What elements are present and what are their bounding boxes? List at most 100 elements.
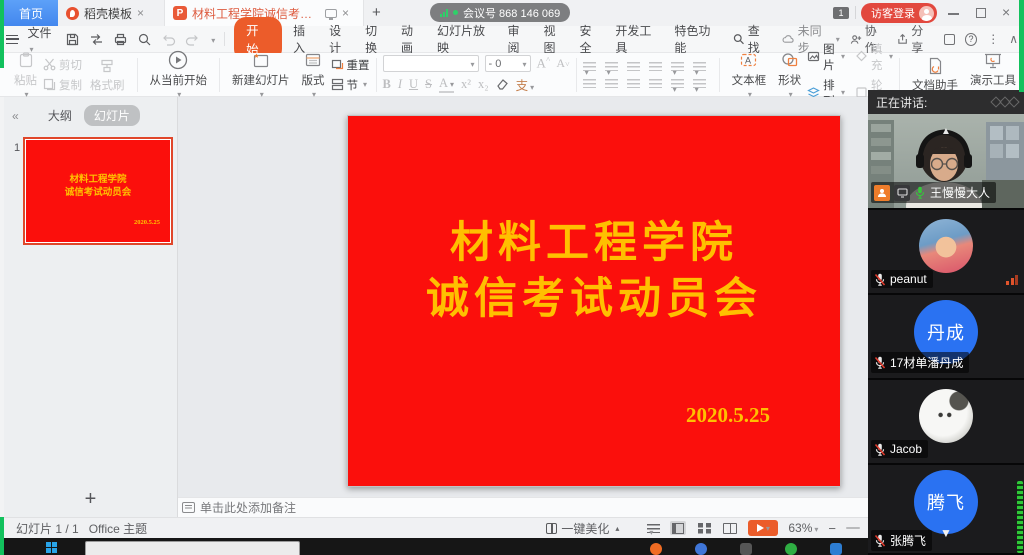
save-icon[interactable]: [65, 32, 80, 47]
align-left-icon[interactable]: [583, 79, 596, 88]
share-button[interactable]: 分享: [897, 22, 933, 56]
slide-canvas[interactable]: 材料工程学院 诚信考试动员会 2020.5.25: [178, 97, 868, 497]
taskbar-app-icon[interactable]: [650, 543, 662, 555]
increase-font-icon[interactable]: A˄: [537, 55, 551, 71]
output-icon[interactable]: [89, 32, 104, 47]
add-slide-button[interactable]: +: [4, 488, 177, 511]
play-from-current-button[interactable]: 从当前开始: [144, 51, 214, 99]
decrease-indent-icon[interactable]: [627, 62, 640, 71]
bullet-list-icon[interactable]: [583, 62, 596, 71]
textbox-button[interactable]: A 文本框: [726, 51, 773, 99]
justify-icon[interactable]: [649, 79, 662, 88]
collapse-sidebar-button[interactable]: «: [12, 109, 19, 123]
mic-muted-icon: [874, 534, 886, 547]
minimize-button[interactable]: [948, 13, 959, 15]
tab-home[interactable]: 首页: [4, 0, 58, 26]
superscript-button[interactable]: x²: [461, 77, 471, 92]
collapse-ribbon-icon[interactable]: ∧: [1009, 32, 1018, 46]
copy-button[interactable]: 复制: [43, 77, 82, 93]
taskbar-search-input[interactable]: [85, 541, 300, 555]
normal-view-button[interactable]: [670, 521, 686, 535]
paste-button[interactable]: 粘贴: [8, 51, 43, 99]
slide-thumbnail[interactable]: 材料工程学院 诚信考试动员会 2020.5.25: [26, 140, 170, 242]
zoom-slider[interactable]: [846, 527, 860, 529]
zoom-level[interactable]: 63%: [788, 521, 818, 535]
slide[interactable]: 材料工程学院 诚信考试动员会 2020.5.25: [347, 115, 841, 487]
participant-tile[interactable]: 丹成 17材单潘丹成: [868, 295, 1024, 380]
bold-button[interactable]: B: [383, 77, 391, 92]
font-color-button[interactable]: A: [439, 76, 454, 93]
participant-tile[interactable]: Jacob: [868, 380, 1024, 465]
subscript-button[interactable]: x₂: [478, 77, 489, 92]
share-doc-icon[interactable]: [325, 9, 337, 18]
tab-template[interactable]: 稻壳模板 ×: [58, 0, 164, 26]
windows-start-icon[interactable]: [46, 542, 57, 553]
beautify-label: 一键美化: [561, 520, 609, 537]
text-direction-icon[interactable]: [671, 62, 684, 71]
more-options-icon[interactable]: ⋮: [987, 32, 999, 46]
zoom-out-button[interactable]: −: [828, 521, 836, 536]
help-icon[interactable]: ?: [965, 33, 977, 46]
align-center-icon[interactable]: [605, 79, 618, 88]
tab-outline[interactable]: 大纲: [48, 107, 72, 124]
slide-title[interactable]: 材料工程学院 诚信考试动员会: [348, 216, 840, 328]
scroll-up-icon[interactable]: ▲: [868, 126, 1024, 137]
avatar-initials: 丹成: [927, 319, 965, 345]
strikethrough-button[interactable]: S: [425, 77, 432, 92]
section-button[interactable]: 节: [331, 77, 370, 93]
slideshow-play-button[interactable]: [748, 520, 778, 536]
underline-button[interactable]: U: [409, 77, 418, 92]
decrease-font-icon[interactable]: A˅: [556, 56, 569, 71]
beautify-button[interactable]: 一键美化: [546, 520, 619, 537]
theme-name[interactable]: Office 主题: [89, 520, 147, 537]
print-preview-icon[interactable]: [137, 32, 152, 47]
taskbar-app-icon[interactable]: [695, 543, 707, 555]
close-tab-icon[interactable]: ×: [137, 7, 144, 19]
reading-view-button[interactable]: [722, 521, 738, 535]
taskbar-app-icon[interactable]: [785, 543, 797, 555]
fill-button[interactable]: 填充: [855, 41, 893, 73]
maximize-button[interactable]: [976, 8, 986, 18]
italic-button[interactable]: I: [398, 77, 402, 92]
increase-indent-icon[interactable]: [649, 62, 662, 71]
participant-tile[interactable]: 腾飞 ▼ 张腾飞: [868, 465, 1024, 555]
slide-date[interactable]: 2020.5.25: [686, 403, 770, 428]
guest-login-label: 访客登录: [871, 5, 915, 21]
font-name-combo[interactable]: [383, 55, 479, 72]
new-slide-button[interactable]: 新建幻灯片: [226, 51, 296, 99]
task-pane-icon[interactable]: [944, 34, 955, 45]
taskbar-app-icon[interactable]: [740, 543, 752, 555]
redo-icon[interactable]: [185, 32, 200, 47]
print-icon[interactable]: [113, 32, 128, 47]
shapes-button[interactable]: 形状: [772, 51, 807, 99]
tab-slides[interactable]: 幻灯片: [84, 105, 140, 126]
quick-access-dropdown-icon[interactable]: [209, 32, 215, 46]
doc-assistant-button[interactable]: 文档助手: [906, 56, 964, 93]
numbered-list-icon[interactable]: [605, 62, 618, 71]
cut-button[interactable]: 剪切: [43, 57, 82, 73]
picture-label: 图片: [823, 41, 836, 73]
display-options-icon[interactable]: [647, 524, 660, 533]
notification-badge[interactable]: 1: [833, 7, 849, 19]
clear-format-icon[interactable]: [496, 78, 509, 91]
font-size-combo[interactable]: - 0: [485, 55, 531, 72]
undo-icon[interactable]: [161, 32, 176, 47]
line-spacing-icon[interactable]: [671, 79, 684, 88]
participant-tile[interactable]: ▲ 王慢慢大人: [868, 114, 1024, 210]
phonetic-guide-button[interactable]: 支: [516, 75, 535, 94]
align-right-icon[interactable]: [627, 79, 640, 88]
distribute-icon[interactable]: [693, 79, 706, 88]
menu-icon[interactable]: [6, 35, 18, 44]
close-button[interactable]: ×: [1002, 4, 1010, 20]
reset-button[interactable]: 重置: [331, 57, 370, 73]
format-painter-button[interactable]: 格式刷: [82, 56, 131, 93]
layout-button[interactable]: 版式: [296, 51, 331, 99]
taskbar-app-icon[interactable]: [830, 543, 842, 555]
columns-icon[interactable]: [693, 62, 706, 71]
guest-login-button[interactable]: 访客登录: [861, 3, 937, 23]
notes-bar[interactable]: 单击此处添加备注: [178, 497, 868, 517]
slide-sorter-view-button[interactable]: [696, 521, 712, 535]
picture-button[interactable]: 图片: [807, 41, 845, 73]
close-tab-icon[interactable]: ×: [342, 7, 349, 19]
participant-tile[interactable]: peanut: [868, 210, 1024, 295]
